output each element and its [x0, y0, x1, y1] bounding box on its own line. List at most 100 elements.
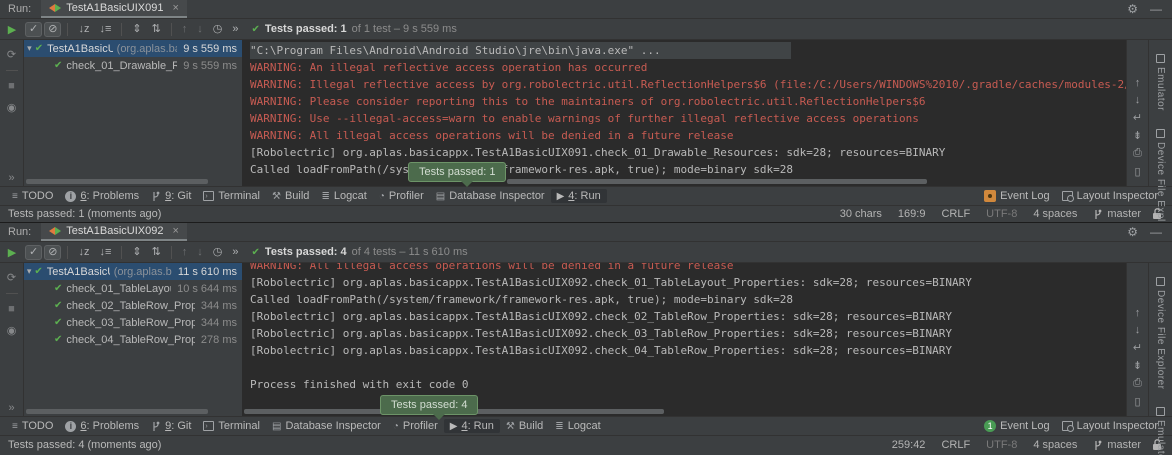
- status-line-endings[interactable]: CRLF: [941, 439, 970, 451]
- hidden-actions-chevrons-icon[interactable]: »: [0, 172, 23, 184]
- previous-failed-test-button[interactable]: ↑: [178, 245, 192, 260]
- test-tree-root-row[interactable]: ▾ ✔ TestA1BasicUIX092 (org.aplas.basicap…: [24, 263, 242, 280]
- status-indent[interactable]: 4 spaces: [1033, 439, 1077, 451]
- settings-gear-icon[interactable]: ⚙: [1127, 2, 1138, 16]
- layout-inspector-button[interactable]: Layout Inspector: [1056, 189, 1164, 203]
- layout-inspector-button[interactable]: Layout Inspector: [1056, 419, 1164, 433]
- up-stacktrace-icon[interactable]: ↑: [1135, 77, 1141, 89]
- event-log-button[interactable]: 1 Event Log: [978, 419, 1056, 433]
- status-encoding[interactable]: UTF-8: [986, 208, 1017, 220]
- more-toolbar-chevrons-icon[interactable]: »: [228, 22, 242, 37]
- next-failed-test-button[interactable]: ↓: [193, 245, 207, 260]
- screenshot-camera-icon[interactable]: ◉: [7, 101, 17, 114]
- clear-console-icon[interactable]: ▯: [1134, 395, 1140, 408]
- collapse-all-button[interactable]: ⇅: [148, 245, 165, 260]
- minimize-icon[interactable]: —: [1150, 2, 1162, 16]
- stop-icon[interactable]: ■: [8, 303, 15, 315]
- settings-gear-icon[interactable]: ⚙: [1127, 225, 1138, 239]
- previous-failed-test-button[interactable]: ↑: [178, 22, 192, 37]
- toolbar-item-git[interactable]: 9: Git: [145, 189, 197, 203]
- status-encoding[interactable]: UTF-8: [986, 439, 1017, 451]
- chevron-down-icon[interactable]: ▾: [24, 266, 34, 277]
- down-stacktrace-icon[interactable]: ↓: [1135, 324, 1141, 336]
- toolbar-item-run[interactable]: ▶ 4: Run: [551, 189, 607, 203]
- clear-console-icon[interactable]: ▯: [1134, 165, 1140, 178]
- tree-horizontal-scrollbar[interactable]: [26, 409, 208, 414]
- show-ignored-toggle[interactable]: ⊘: [44, 22, 61, 37]
- down-stacktrace-icon[interactable]: ↓: [1135, 94, 1141, 106]
- git-branch-widget[interactable]: master: [1093, 439, 1141, 451]
- close-icon[interactable]: ×: [172, 2, 178, 14]
- toolbar-item-git[interactable]: 9: Git: [145, 419, 197, 433]
- print-icon[interactable]: ⎙: [1133, 377, 1142, 390]
- toolbar-item-terminal[interactable]: › Terminal: [197, 189, 266, 203]
- expand-all-button[interactable]: ⇕: [128, 22, 145, 37]
- test-tree-row[interactable]: ✔ check_03_TableRow_Properties 344 ms: [24, 314, 242, 331]
- toolbar-item-terminal[interactable]: › Terminal: [197, 419, 266, 433]
- soft-wrap-icon[interactable]: ↵: [1133, 341, 1142, 354]
- toolbar-item-logcat[interactable]: ≣ Logcat: [315, 189, 372, 203]
- status-line-endings[interactable]: CRLF: [941, 208, 970, 220]
- toolbar-item-profiler[interactable]: ◔ Profiler: [387, 419, 444, 433]
- test-tree-row[interactable]: ✔ check_01_TableLayout_Properties 10 s 6…: [24, 280, 242, 297]
- soft-wrap-icon[interactable]: ↵: [1133, 111, 1142, 124]
- status-caret-position[interactable]: 259:42: [892, 439, 926, 451]
- sort-by-duration-button[interactable]: ↓≡: [95, 245, 115, 260]
- toolbar-item-run[interactable]: ▶ 4: Run: [444, 419, 500, 433]
- minimize-icon[interactable]: —: [1150, 225, 1162, 239]
- show-passed-toggle[interactable]: ✓: [25, 245, 42, 260]
- next-failed-test-button[interactable]: ↓: [193, 22, 207, 37]
- console-horizontal-scrollbar[interactable]: [507, 179, 927, 184]
- test-history-button[interactable]: ◷: [209, 245, 227, 260]
- sort-by-duration-button[interactable]: ↓≡: [95, 22, 115, 37]
- show-passed-toggle[interactable]: ✓: [25, 22, 42, 37]
- toolbar-item-database-inspector[interactable]: ▤ Database Inspector: [266, 419, 387, 433]
- status-caret-position[interactable]: 169:9: [898, 208, 926, 220]
- scroll-to-end-icon[interactable]: ⇟: [1133, 129, 1142, 142]
- rerun-icon[interactable]: ⟳: [7, 271, 16, 284]
- toolbar-item-problems[interactable]: i 6: Problems: [59, 419, 145, 433]
- run-tab-testa1basicuix092[interactable]: TestA1BasicUIX092 ×: [41, 223, 187, 241]
- run-left-toolbar: ⟳ ■ ◉ »: [0, 263, 24, 416]
- tool-window-button-emulator[interactable]: Emulator: [1155, 54, 1166, 111]
- rerun-tests-button[interactable]: ▶: [8, 246, 16, 259]
- toolbar-item-logcat[interactable]: ≣ Logcat: [549, 419, 606, 433]
- git-branch-widget[interactable]: master: [1093, 208, 1141, 220]
- test-tree-row[interactable]: ✔ check_02_TableRow_Properties 344 ms: [24, 297, 242, 314]
- more-toolbar-chevrons-icon[interactable]: »: [228, 245, 242, 260]
- toolbar-item-build[interactable]: ⚒ Build: [500, 419, 549, 433]
- expand-all-button[interactable]: ⇕: [128, 245, 145, 260]
- chevron-down-icon[interactable]: ▾: [24, 43, 35, 54]
- test-tree: ▾ ✔ TestA1BasicUIX091 (org.aplas.basicap…: [24, 40, 242, 186]
- test-history-button[interactable]: ◷: [209, 22, 227, 37]
- sort-alphabetically-button[interactable]: ↓z: [74, 22, 93, 37]
- status-indent[interactable]: 4 spaces: [1033, 208, 1077, 220]
- sort-alphabetically-button[interactable]: ↓z: [74, 245, 93, 260]
- tool-window-button-device-file-explorer[interactable]: Device File Explorer: [1155, 277, 1166, 389]
- toolbar-item-database-inspector[interactable]: ▤ Database Inspector: [430, 189, 551, 203]
- tool-window-button-emulator[interactable]: Emulator: [1155, 407, 1166, 455]
- close-icon[interactable]: ×: [172, 225, 178, 237]
- toolbar-item-todo[interactable]: ≡ TODO: [6, 419, 59, 433]
- toolbar-item-build[interactable]: ⚒ Build: [266, 189, 315, 203]
- stop-icon[interactable]: ■: [8, 80, 15, 92]
- test-tree-row[interactable]: ✔ check_01_Drawable_Resources 9 s 559 ms: [24, 57, 242, 74]
- rerun-icon[interactable]: ⟳: [7, 48, 16, 61]
- scroll-to-end-icon[interactable]: ⇟: [1133, 359, 1142, 372]
- toolbar-item-problems[interactable]: i 6: Problems: [59, 189, 145, 203]
- tree-horizontal-scrollbar[interactable]: [26, 179, 208, 184]
- hidden-actions-chevrons-icon[interactable]: »: [0, 402, 23, 414]
- tool-window-button-device-file-explorer[interactable]: Device File Explorer: [1155, 129, 1166, 222]
- print-icon[interactable]: ⎙: [1133, 147, 1142, 160]
- up-stacktrace-icon[interactable]: ↑: [1135, 307, 1141, 319]
- event-log-button[interactable]: Event Log: [978, 189, 1056, 203]
- rerun-tests-button[interactable]: ▶: [8, 23, 16, 36]
- collapse-all-button[interactable]: ⇅: [148, 22, 165, 37]
- show-ignored-toggle[interactable]: ⊘: [44, 245, 61, 260]
- test-tree-row[interactable]: ✔ check_04_TableRow_Properties 278 ms: [24, 331, 242, 348]
- screenshot-camera-icon[interactable]: ◉: [7, 324, 17, 337]
- toolbar-item-todo[interactable]: ≡ TODO: [6, 189, 59, 203]
- toolbar-item-profiler[interactable]: ◔ Profiler: [373, 189, 430, 203]
- run-tab-testa1basicuix091[interactable]: TestA1BasicUIX091 ×: [41, 0, 187, 18]
- test-tree-root-row[interactable]: ▾ ✔ TestA1BasicUIX091 (org.aplas.basicap…: [24, 40, 242, 57]
